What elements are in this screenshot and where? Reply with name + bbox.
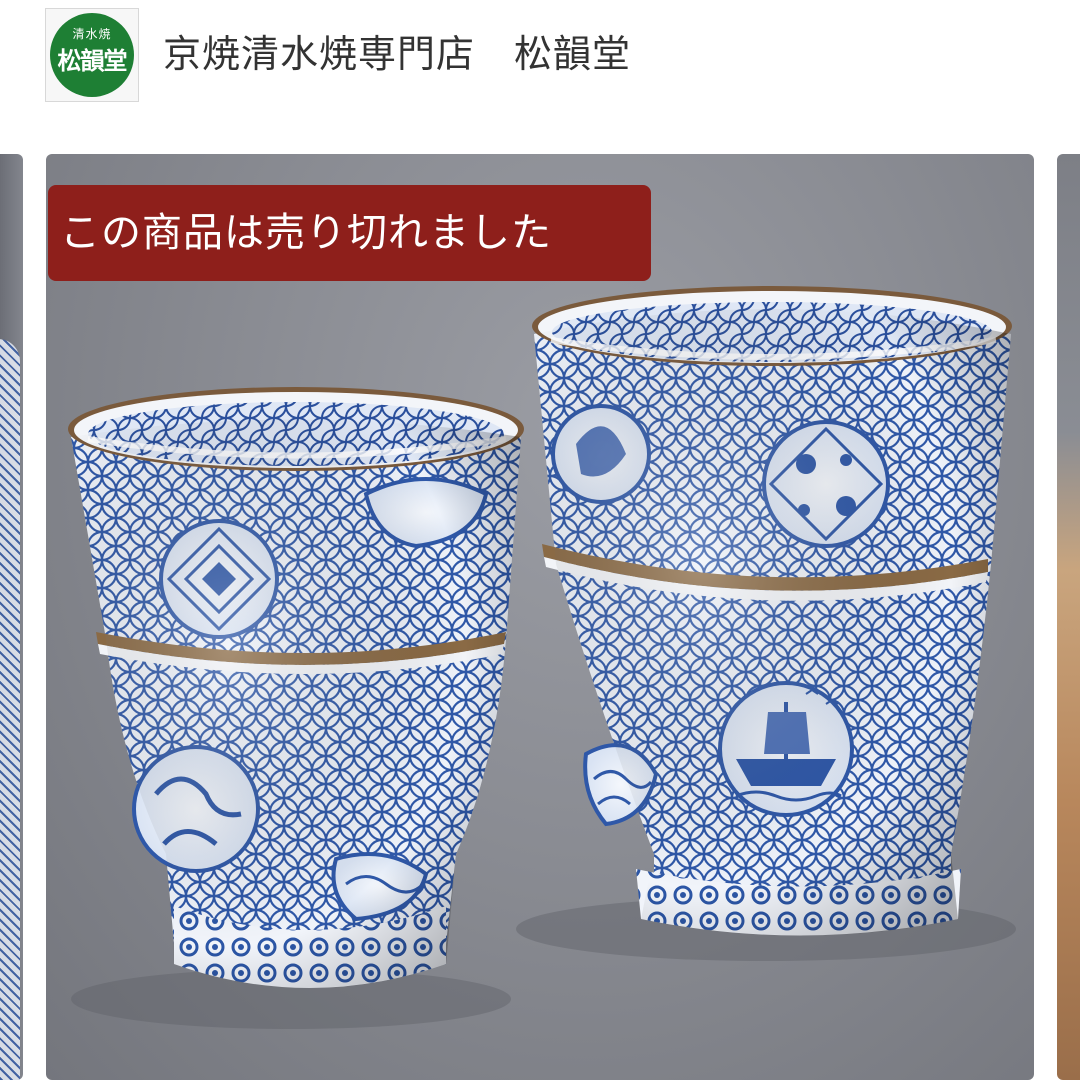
right-teacup <box>532 286 1012 936</box>
left-teacup <box>68 387 524 988</box>
shop-name[interactable]: 京焼清水焼専門店 松韻堂 <box>163 26 631 82</box>
shop-logo[interactable]: 清水焼 松韻堂 <box>45 8 139 102</box>
teacups-photo <box>68 286 1016 1029</box>
logo-big-text: 松韻堂 <box>57 46 128 75</box>
sold-out-badge: この商品は売り切れました <box>48 185 651 281</box>
product-image-carousel[interactable]: この商品は売り切れました <box>0 154 1080 1080</box>
logo-small-text: 清水焼 <box>72 27 112 41</box>
next-image-peek[interactable] <box>1057 154 1080 1080</box>
shop-header: 清水焼 松韻堂 京焼清水焼専門店 松韻堂 <box>0 0 1080 110</box>
previous-image-peek[interactable] <box>0 154 23 1080</box>
product-image[interactable]: この商品は売り切れました <box>46 154 1034 1080</box>
previous-cup-edge <box>0 339 20 1080</box>
logo-badge: 清水焼 松韻堂 <box>50 13 134 97</box>
